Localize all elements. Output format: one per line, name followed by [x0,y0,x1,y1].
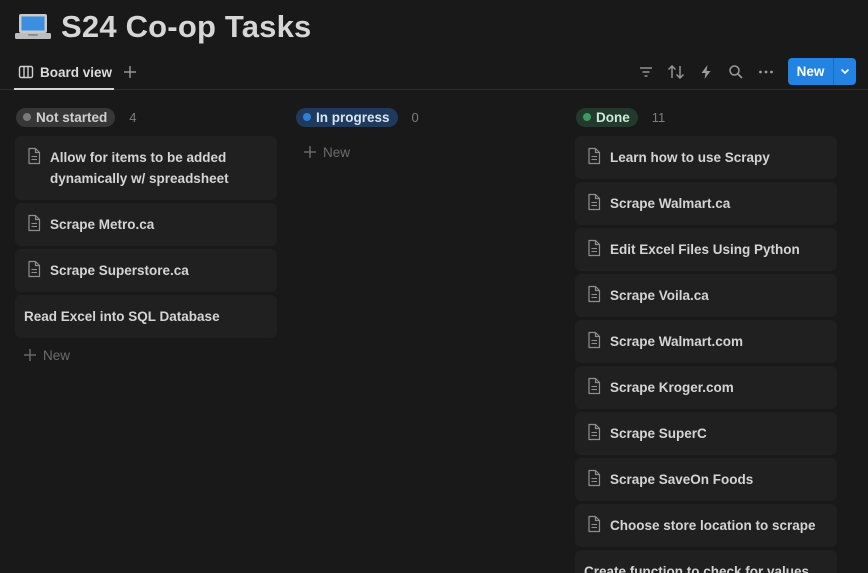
task-title: Scrape SaveOn Foods [610,472,754,487]
column-header: In progress 0 [296,104,556,130]
more-icon [759,70,773,74]
document-icon [28,147,41,165]
task-title: Scrape Walmart.com [610,334,744,349]
task-card[interactable]: Create function to check for values [576,551,836,573]
sort-button[interactable] [666,62,686,82]
filter-button[interactable] [636,62,656,82]
task-title: Allow for items to be added dynamically … [50,150,229,186]
document-icon [588,515,601,533]
chevron-down-icon [840,68,850,75]
task-card[interactable]: Choose store location to scrape [576,505,836,546]
document-icon [588,423,601,441]
status-dot [303,113,311,121]
task-card[interactable]: Scrape SaveOn Foods [576,459,836,500]
task-title: Scrape Walmart.ca [610,196,731,211]
status-dot [583,113,591,121]
task-title: Scrape SuperC [610,426,707,441]
search-button[interactable] [726,62,746,82]
status-label: Done [596,109,630,125]
new-button[interactable]: New [788,58,834,85]
task-card[interactable]: Allow for items to be added dynamically … [16,137,276,199]
task-card[interactable]: Scrape Voila.ca [576,275,836,316]
task-card[interactable]: Scrape Metro.ca [16,204,276,245]
view-label: Board view [40,64,113,80]
status-pill-done[interactable]: Done [576,107,638,127]
task-title: Edit Excel Files Using Python [610,242,800,257]
add-new-label: New [323,144,351,160]
task-title: Learn how to use Scrapy [610,150,770,165]
column-header: Not started 4 [16,104,276,130]
document-icon [588,239,601,257]
document-icon [588,377,601,395]
column-not-started: Not started 4 Allow for items to be adde… [16,104,276,365]
page-header: S24 Co-op Tasks [14,6,312,48]
task-card[interactable]: Learn how to use Scrapy [576,137,836,178]
column-done: Done 11 Learn how to use Scrapy Scrape Wa… [576,104,836,573]
plus-icon [304,146,316,158]
task-card[interactable]: Scrape Kroger.com [576,367,836,408]
toolbar-divider [0,89,868,90]
tab-board-view[interactable]: Board view [18,62,112,82]
board-view-icon [18,65,34,79]
task-title: Scrape Superstore.ca [50,263,189,278]
page-title: S24 Co-op Tasks [61,9,312,44]
more-options-button[interactable] [756,62,776,82]
laptop-icon [15,14,51,39]
task-title: Create function to check for values [584,564,810,573]
automation-button[interactable] [696,62,716,82]
task-card[interactable]: Scrape Walmart.com [576,321,836,362]
active-tab-underline [14,88,114,90]
new-button-group: New [788,58,856,85]
task-title: Scrape Kroger.com [610,380,734,395]
new-dropdown-button[interactable] [834,58,856,85]
document-icon [588,469,601,487]
add-view-button[interactable] [120,62,140,82]
task-card[interactable]: Scrape Walmart.ca [576,183,836,224]
task-title: Read Excel into SQL Database [24,309,220,324]
card-count: 0 [411,109,419,125]
plus-icon [124,66,136,78]
task-card[interactable]: Edit Excel Files Using Python [576,229,836,270]
task-title: Scrape Voila.ca [610,288,709,303]
add-new-label: New [43,347,71,363]
search-icon [729,65,743,79]
toolbar: Board view [0,56,868,90]
plus-icon [24,349,36,361]
sort-icon [668,65,684,79]
document-icon [28,260,41,278]
document-icon [28,214,41,232]
lightning-icon [701,65,711,79]
status-pill-in-progress[interactable]: In progress [296,107,398,127]
task-card[interactable]: Scrape SuperC [576,413,836,454]
add-new-card-button[interactable]: New [302,142,556,162]
document-icon [588,331,601,349]
filter-icon [640,67,652,77]
card-list: Allow for items to be added dynamically … [16,137,276,337]
column-in-progress: In progress 0 New [296,104,556,162]
status-dot [23,113,31,121]
status-pill-not-started[interactable]: Not started [16,107,116,127]
add-new-card-button[interactable]: New [22,345,276,365]
column-header: Done 11 [576,104,836,130]
document-icon [588,147,601,165]
task-card[interactable]: Scrape Superstore.ca [16,250,276,291]
status-label: In progress [316,109,390,125]
task-title: Choose store location to scrape [610,518,816,533]
card-list: Learn how to use Scrapy Scrape Walmart.ca… [576,137,836,573]
document-icon [588,285,601,303]
card-count: 4 [129,109,137,125]
task-card[interactable]: Read Excel into SQL Database [16,296,276,337]
document-icon [588,193,601,211]
status-label: Not started [36,109,108,125]
task-title: Scrape Metro.ca [50,217,155,232]
card-count: 11 [651,109,666,125]
